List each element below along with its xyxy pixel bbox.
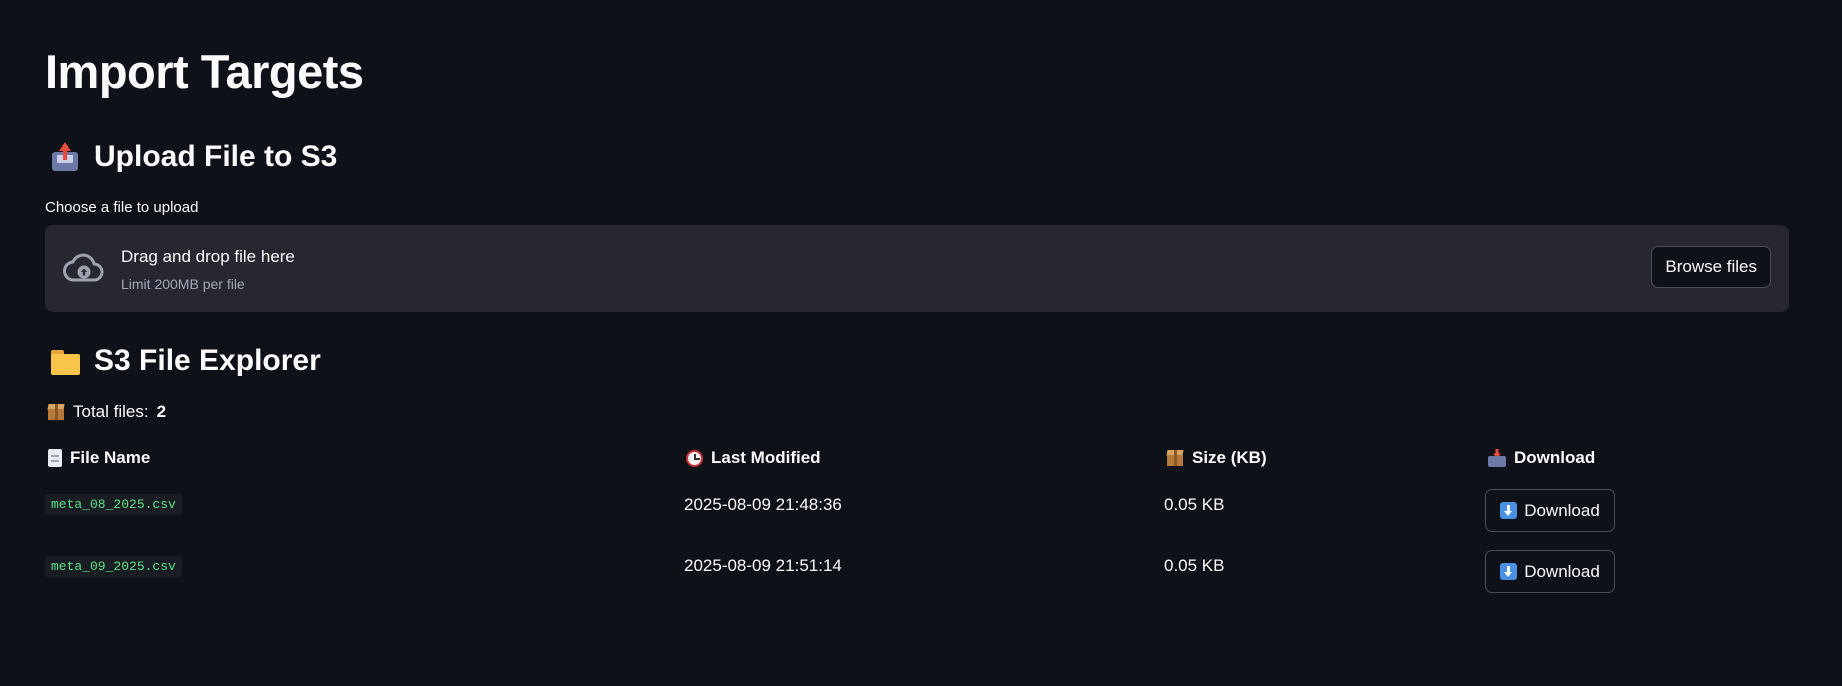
inbox-tray-up-icon	[50, 142, 80, 172]
package-icon	[1166, 449, 1184, 467]
down-arrow-icon	[1500, 502, 1518, 519]
inbox-tray-down-icon	[1488, 449, 1506, 467]
dropzone-limit: Limit 200MB per file	[121, 276, 245, 292]
column-header-size: Size (KB)	[1166, 448, 1267, 468]
down-arrow-icon	[1500, 563, 1518, 580]
column-header-last-modified: Last Modified	[686, 448, 821, 468]
column-header-download-label: Download	[1514, 448, 1596, 467]
total-files-count: 2	[156, 402, 167, 421]
download-button[interactable]: Download	[1485, 550, 1615, 593]
folder-icon	[50, 346, 80, 376]
last-modified-cell: 2025-08-09 21:51:14	[684, 556, 842, 575]
explorer-heading-text: S3 File Explorer	[94, 344, 321, 377]
total-files-label: Total files:	[73, 402, 149, 421]
clock-icon	[686, 449, 703, 467]
column-header-last-modified-label: Last Modified	[711, 448, 821, 467]
cloud-upload-icon	[63, 253, 104, 282]
file-name-code: meta_08_2025.csv	[45, 494, 182, 515]
browse-files-button[interactable]: Browse files	[1651, 246, 1771, 288]
download-button-label: Download	[1524, 561, 1600, 581]
page-icon	[48, 449, 62, 467]
upload-heading-text: Upload File to S3	[94, 140, 338, 173]
upload-section-heading: Upload File to S3	[50, 142, 337, 172]
column-header-size-label: Size (KB)	[1192, 448, 1267, 467]
page-title: Import Targets	[45, 45, 364, 98]
column-header-download: Download	[1488, 448, 1595, 468]
size-cell: 0.05 KB	[1164, 495, 1225, 514]
size-cell: 0.05 KB	[1164, 556, 1225, 575]
column-header-file-name-label: File Name	[70, 448, 151, 467]
file-upload-label: Choose a file to upload	[45, 199, 199, 216]
total-files: Total files: 2	[47, 402, 166, 422]
column-header-file-name: File Name	[48, 448, 150, 468]
dropzone-title: Drag and drop file here	[121, 247, 295, 266]
download-button[interactable]: Download	[1485, 489, 1615, 532]
file-name-code: meta_09_2025.csv	[45, 556, 182, 577]
import-targets-page: Import Targets Upload File to S3 Choose …	[0, 0, 1842, 686]
download-button-label: Download	[1524, 500, 1600, 520]
package-icon	[47, 403, 65, 421]
explorer-section-heading: S3 File Explorer	[50, 346, 321, 376]
last-modified-cell: 2025-08-09 21:48:36	[684, 495, 842, 514]
file-dropzone[interactable]: Drag and drop file here Limit 200MB per …	[45, 225, 1789, 312]
